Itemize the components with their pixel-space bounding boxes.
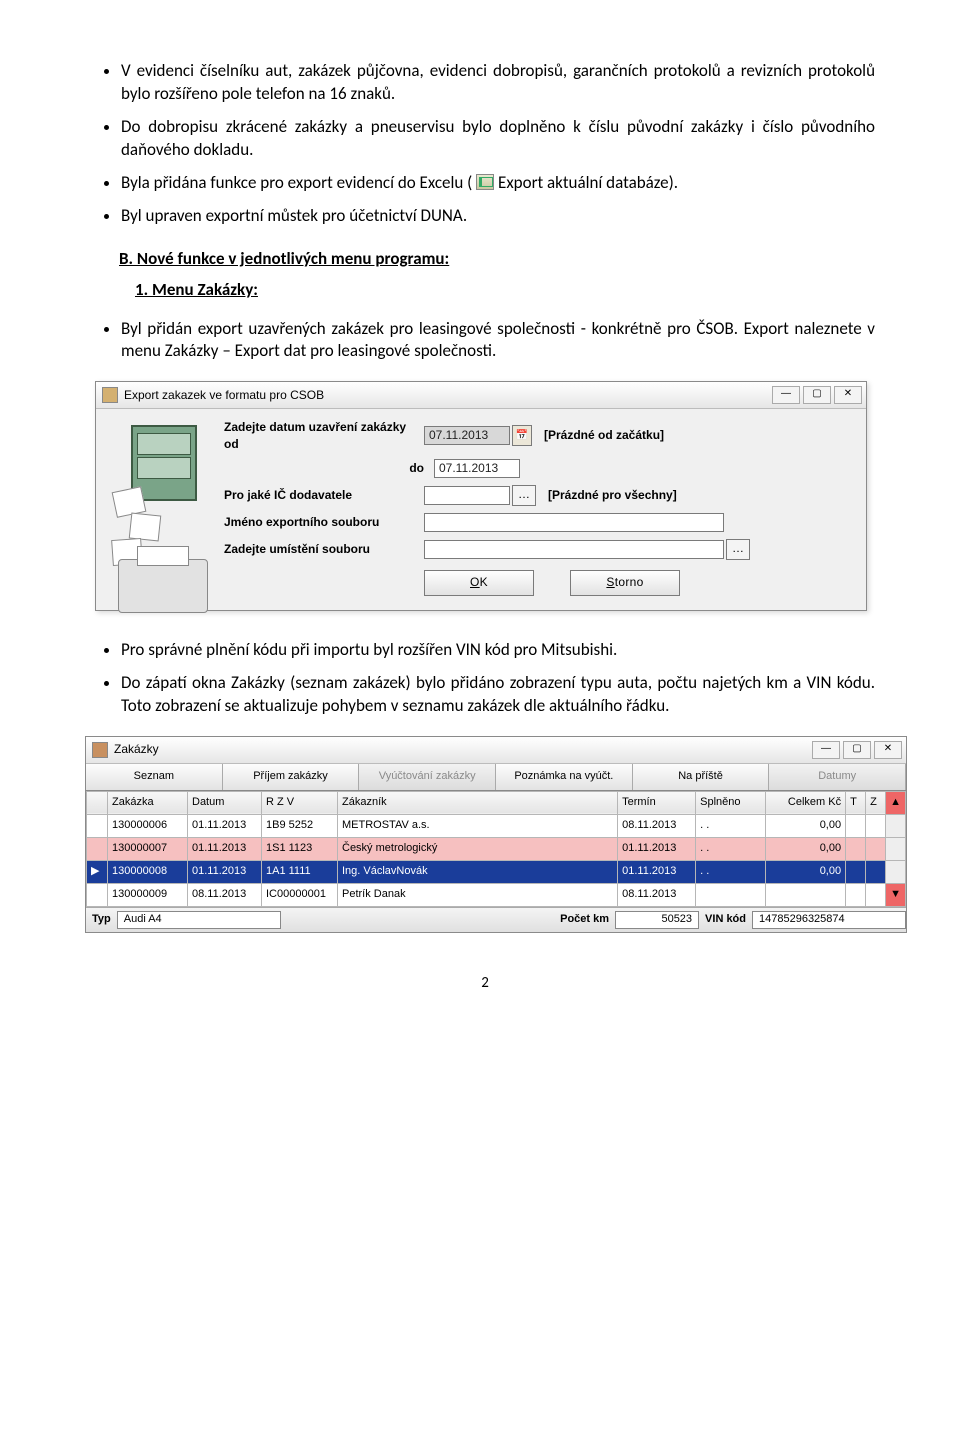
table-row[interactable]: 13000000601.11.20131B9 5252METROSTAV a.s… [87,814,906,837]
hint-date-from: [Prázdné od začátku] [544,427,664,443]
dialog-icon [102,387,118,403]
minimize-button[interactable]: — [812,741,840,759]
page-number: 2 [95,973,875,993]
path-input[interactable] [424,540,724,559]
maximize-button[interactable]: ▢ [843,741,871,759]
hint-ic: [Prázdné pro všechny] [548,487,677,503]
bullet: Do dobropisu zkrácené zakázky a pneuserv… [121,116,875,162]
doc-bullets-1: V evidenci číselníku aut, zakázek půjčov… [95,60,875,228]
tabs: Seznam Příjem zakázky Vyúčtování zakázky… [86,764,906,791]
label-date-to: do [224,460,434,476]
orders-grid: Zakázka Datum R Z V Zákazník Termín Spln… [86,791,906,907]
storno-button[interactable]: Storno [570,570,680,596]
dialog-illustration [104,419,224,595]
label-path: Zadejte umístění souboru [224,541,424,557]
bullet: Byl přidán export uzavřených zakázek pro… [121,318,875,364]
dialog-title: Export zakazek ve formatu pro CSOB [124,387,324,403]
label-ic: Pro jaké IČ dodavatele [224,487,424,503]
label-date-from: Zadejte datum uzavření zakázky od [224,419,424,451]
window-zakazky: Zakázky — ▢ ✕ Seznam Příjem zakázky Vyúč… [85,736,907,933]
table-row[interactable]: 13000000701.11.20131S1 1123Český metrolo… [87,837,906,860]
calendar-icon[interactable]: 📅 [512,425,532,446]
ok-button[interactable]: OK [424,570,534,596]
scroll-down-icon[interactable]: ▼ [886,883,906,906]
date-to-input[interactable]: 07.11.2013 [434,459,520,478]
maximize-button[interactable]: ▢ [803,386,831,404]
filename-input[interactable] [424,513,724,532]
scroll-up-icon[interactable]: ▲ [886,791,906,814]
window-title: Zakázky [114,741,159,757]
browse-ic-button[interactable]: … [512,485,536,506]
close-button[interactable]: ✕ [834,386,862,404]
table-row[interactable]: 13000000908.11.2013IC00000001Petrík Dana… [87,883,906,906]
tab-seznam[interactable]: Seznam [86,764,223,790]
tab-poznamka[interactable]: Poznámka na vyúčt. [496,764,633,790]
tab-datumy[interactable]: Datumy [769,764,906,790]
window-titlebar: Zakázky — ▢ ✕ [86,737,906,764]
section-heading-b: B. Nové funkce v jednotlivých menu progr… [119,248,875,271]
submenu-heading: 1. Menu Zakázky: [135,279,875,302]
date-from-input[interactable]: 07.11.2013 [424,426,510,445]
tab-prijem[interactable]: Příjem zakázky [223,764,360,790]
close-button[interactable]: ✕ [874,741,902,759]
footer-typ-value: Audi A4 [117,911,281,929]
export-icon [476,174,494,190]
bullet-export: Byla přidána funkce pro export evidencí … [121,172,875,195]
footer-vin-label: VIN kód [699,912,752,927]
bullet: Byl upraven exportní můstek pro účetnict… [121,205,875,228]
bullet: Pro správné plnění kódu při importu byl … [121,639,875,662]
tab-napriste[interactable]: Na příště [633,764,770,790]
footer-km-label: Počet km [554,912,615,927]
footer-km-value: 50523 [615,911,699,929]
dialog-export-csob: Export zakazek ve formatu pro CSOB — ▢ ✕… [95,381,867,610]
bullet: V evidenci číselníku aut, zakázek půjčov… [121,60,875,106]
window-icon [92,742,108,758]
bullet: Do zápatí okna Zakázky (seznam zakázek) … [121,672,875,718]
footer-vin-value: 14785296325874 [752,911,906,929]
browse-path-button[interactable]: … [726,539,750,560]
tab-vyuctovani[interactable]: Vyúčtování zakázky [359,764,496,790]
label-filename: Jméno exportního souboru [224,514,424,530]
grid-header-row: Zakázka Datum R Z V Zákazník Termín Spln… [87,791,906,814]
grid-footer: Typ Audi A4 Počet km 50523 VIN kód 14785… [86,907,906,932]
ic-input[interactable] [424,486,510,505]
minimize-button[interactable]: — [772,386,800,404]
table-row[interactable]: ▶13000000801.11.20131A1 1111Ing. VáclavN… [87,860,906,883]
dialog-titlebar: Export zakazek ve formatu pro CSOB — ▢ ✕ [96,382,866,409]
footer-typ-label: Typ [86,912,117,927]
